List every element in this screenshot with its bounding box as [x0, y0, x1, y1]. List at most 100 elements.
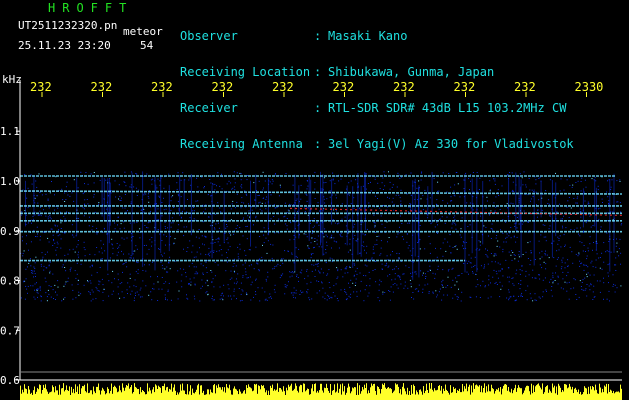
noise-dot	[272, 244, 274, 246]
noise-dot	[39, 235, 41, 237]
amplitude-bar	[423, 386, 424, 400]
noise-dot	[238, 288, 240, 289]
amplitude-bar	[591, 389, 592, 400]
noise-dot	[515, 241, 517, 243]
noise-dot	[242, 264, 244, 266]
noise-dot	[51, 181, 52, 182]
noise-dot	[612, 211, 614, 213]
noise-dot	[615, 270, 617, 271]
noise-dot	[93, 196, 95, 198]
amplitude-bar	[312, 384, 313, 400]
noise-dot	[529, 241, 531, 243]
amplitude-bar	[330, 384, 331, 400]
noise-dot	[398, 257, 400, 259]
noise-dot	[463, 248, 465, 250]
noise-dot	[373, 214, 375, 216]
amplitude-bar	[361, 391, 362, 400]
noise-dot	[506, 297, 508, 299]
amplitude-bar	[203, 390, 204, 400]
amplitude-bar	[576, 389, 577, 400]
noise-dot	[212, 184, 214, 186]
noise-dot	[163, 252, 165, 254]
noise-dot	[24, 174, 26, 175]
noise-dot	[36, 194, 38, 196]
amplitude-bar	[529, 391, 530, 400]
noise-dot	[508, 281, 510, 283]
noise-dot	[532, 196, 534, 197]
amplitude-bar	[229, 384, 230, 400]
noise-dot	[170, 236, 171, 238]
noise-dot	[522, 254, 524, 255]
noise-dot	[95, 298, 97, 300]
noise-dot	[332, 178, 334, 180]
noise-dot	[202, 243, 203, 245]
noise-dot	[397, 275, 399, 277]
noise-dot	[489, 180, 491, 182]
noise-dot	[593, 242, 594, 243]
noise-dot	[348, 214, 350, 216]
noise-dot	[474, 264, 476, 266]
noise-dot	[546, 290, 547, 292]
noise-dot	[214, 242, 216, 243]
amplitude-bar	[612, 393, 613, 400]
noise-dot	[487, 249, 488, 251]
noise-dot	[129, 286, 131, 288]
noise-dot	[121, 237, 123, 239]
noise-dot	[78, 291, 80, 293]
noise-dot	[528, 274, 530, 276]
noise-dot	[226, 239, 228, 240]
amplitude-bar	[574, 388, 575, 400]
noise-dot	[194, 284, 196, 286]
amplitude-bar	[200, 385, 201, 400]
noise-dot	[92, 225, 94, 227]
amplitude-bar	[44, 387, 45, 400]
noise-dot	[387, 241, 388, 243]
amplitude-bar	[86, 392, 87, 400]
amplitude-bar	[515, 384, 516, 400]
noise-dot	[249, 276, 251, 278]
noise-dot	[494, 178, 496, 180]
noise-dot	[236, 281, 238, 283]
noise-dot	[488, 235, 489, 237]
amplitude-bar	[195, 391, 196, 400]
noise-dot	[161, 277, 163, 278]
noise-dot	[202, 265, 204, 267]
noise-dot	[568, 281, 570, 283]
noise-dot	[451, 223, 453, 225]
noise-dot	[170, 226, 172, 228]
amplitude-bar	[100, 394, 101, 400]
amplitude-bar	[610, 389, 611, 400]
amplitude-bar	[517, 388, 518, 400]
noise-dot	[244, 262, 246, 264]
noise-dot	[237, 246, 239, 248]
amplitude-bar	[68, 391, 69, 400]
noise-dot	[314, 238, 316, 239]
amplitude-bar	[414, 386, 415, 400]
noise-dot	[415, 271, 417, 273]
noise-dot	[453, 190, 455, 192]
noise-dot	[83, 208, 85, 210]
noise-dot	[314, 198, 316, 199]
noise-dot	[168, 173, 170, 175]
noise-dot	[401, 223, 403, 224]
amplitude-bar	[458, 391, 459, 400]
noise-dot	[34, 289, 35, 291]
noise-dot	[463, 179, 465, 181]
noise-dot	[73, 200, 75, 202]
noise-dot	[240, 293, 242, 295]
amplitude-bar	[613, 391, 614, 400]
noise-dot	[63, 285, 65, 287]
amplitude-bar	[406, 394, 407, 400]
noise-dot	[55, 249, 57, 251]
noise-dot	[483, 267, 485, 269]
noise-dot	[40, 300, 42, 302]
noise-dot	[514, 226, 516, 227]
noise-dot	[100, 240, 102, 242]
noise-dot	[455, 228, 457, 230]
amplitude-bar	[367, 393, 368, 400]
noise-dot	[41, 252, 43, 254]
noise-dot	[348, 295, 350, 297]
noise-dot	[469, 189, 470, 191]
noise-dot	[307, 247, 309, 249]
amplitude-bar	[490, 391, 491, 400]
